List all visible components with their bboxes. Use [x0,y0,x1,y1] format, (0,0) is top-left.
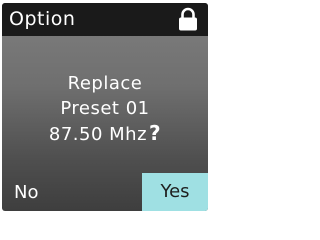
page-title: Option [9,8,76,30]
question-mark: ? [149,121,162,145]
title-bar: Option [2,3,208,36]
device-display: Option Replace Preset 01 87.50 Mhz? No Y… [2,3,208,211]
lock-icon [179,7,197,31]
screen: Option Replace Preset 01 87.50 Mhz? No Y… [0,0,212,215]
frequency-value: 87.50 Mhz [48,124,148,145]
yes-button[interactable]: Yes [142,173,208,211]
confirm-message: Replace Preset 01 87.50 Mhz? [2,71,208,147]
message-line-frequency: 87.50 Mhz? [2,121,208,147]
no-button[interactable]: No [2,175,62,211]
message-line-replace: Replace [67,73,143,94]
message-line-preset: Preset 01 [60,98,150,119]
